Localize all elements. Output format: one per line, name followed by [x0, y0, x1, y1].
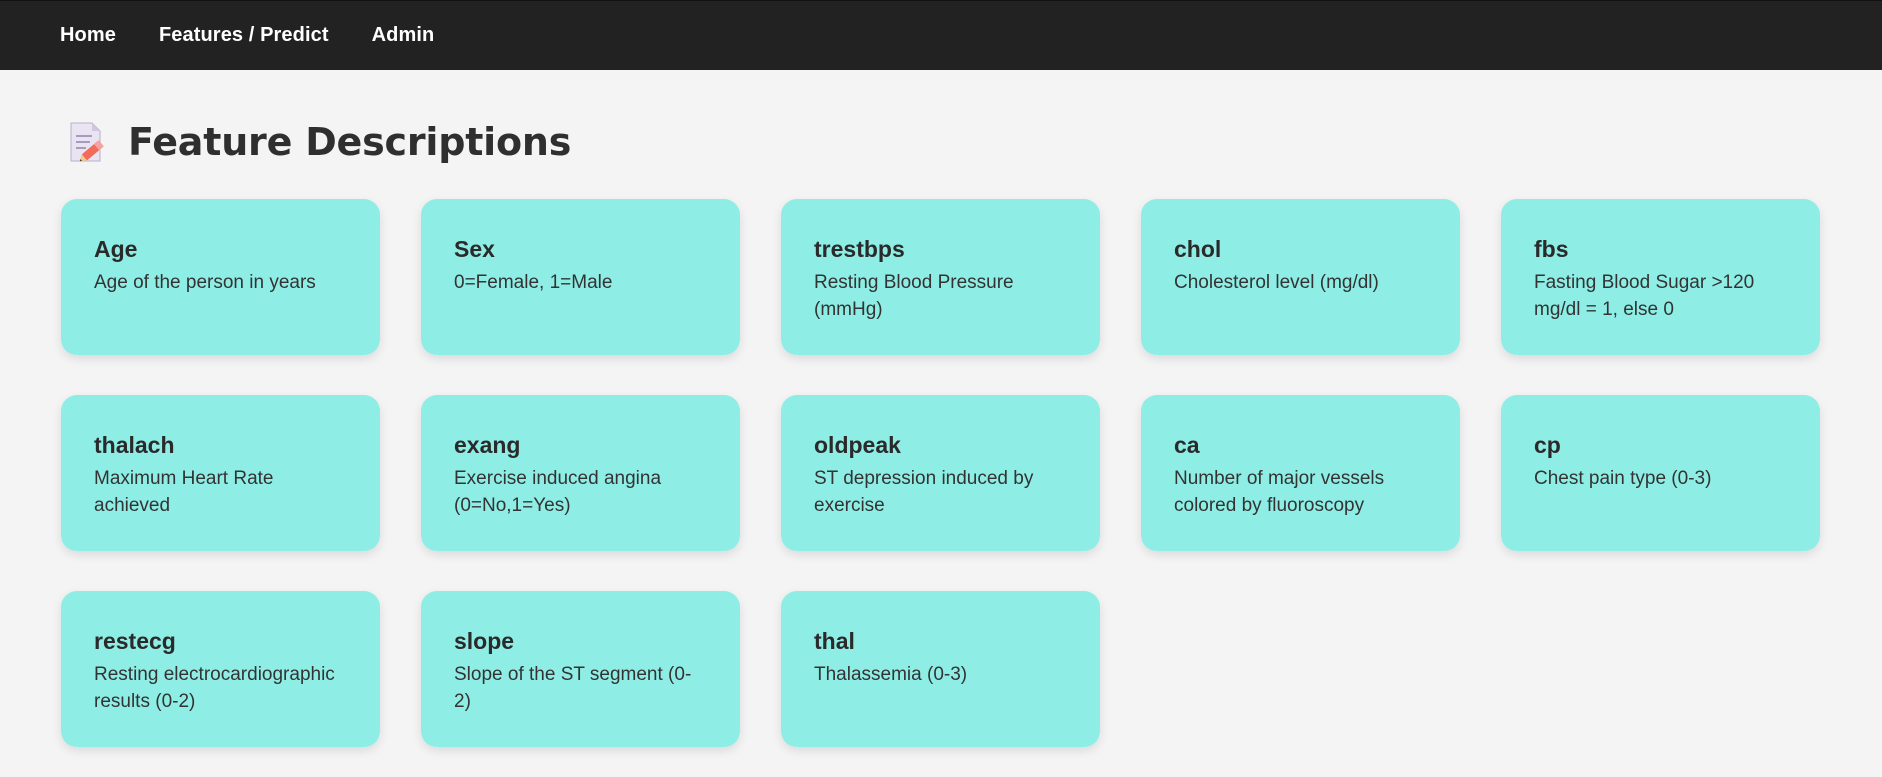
feature-card-title: trestbps — [814, 236, 905, 262]
feature-card-title: cp — [1534, 432, 1561, 458]
feature-card: exang Exercise induced angina (0=No,1=Ye… — [421, 395, 740, 551]
feature-card-title: thal — [814, 628, 855, 654]
nav-home-link[interactable]: Home — [60, 24, 116, 47]
feature-card-description: Exercise induced angina (0=No,1=Yes) — [454, 468, 662, 516]
feature-card: Sex 0=Female, 1=Male — [421, 199, 740, 355]
feature-card-title: exang — [454, 432, 521, 458]
feature-card: restecg Resting electrocardiographic res… — [61, 591, 380, 747]
nav-features-predict-link[interactable]: Features / Predict — [159, 24, 329, 47]
feature-card-description: Chest pain type (0-3) — [1534, 468, 1712, 489]
feature-card: Age Age of the person in years — [61, 199, 380, 355]
feature-card: cp Chest pain type (0-3) — [1501, 395, 1820, 551]
feature-card-description: Age of the person in years — [94, 272, 316, 293]
feature-card-title: chol — [1174, 236, 1222, 262]
feature-card-description: Maximum Heart Rate achieved — [94, 468, 274, 516]
feature-card-description: ST depression induced by exercise — [814, 468, 1034, 516]
top-navbar: Home Features / Predict Admin — [0, 0, 1882, 70]
page-title: Feature Descriptions — [128, 120, 572, 164]
feature-card-description: Number of major vessels colored by fluor… — [1174, 468, 1385, 516]
feature-card: slope Slope of the ST segment (0-2) — [421, 591, 740, 747]
feature-card-title: Age — [94, 236, 138, 262]
feature-card: thal Thalassemia (0-3) — [781, 591, 1100, 747]
feature-card-description: Fasting Blood Sugar >120 mg/dl = 1, else… — [1534, 272, 1755, 320]
feature-card-title: ca — [1174, 432, 1200, 458]
feature-cards-grid: Age Age of the person in years Sex 0=Fem… — [61, 199, 1821, 747]
feature-card: chol Cholesterol level (mg/dl) — [1141, 199, 1460, 355]
nav-admin-link[interactable]: Admin — [372, 24, 435, 47]
feature-card-description: Resting Blood Pressure (mmHg) — [814, 272, 1014, 320]
page-heading: Feature Descriptions — [68, 112, 571, 172]
feature-card-description: Thalassemia (0-3) — [814, 664, 968, 685]
feature-card-title: thalach — [94, 432, 175, 458]
feature-card-title: Sex — [454, 236, 495, 262]
feature-card: ca Number of major vessels colored by fl… — [1141, 395, 1460, 551]
feature-card-title: fbs — [1534, 236, 1569, 262]
feature-card: fbs Fasting Blood Sugar >120 mg/dl = 1, … — [1501, 199, 1820, 355]
feature-card-description: Cholesterol level (mg/dl) — [1174, 272, 1379, 293]
memo-icon — [68, 121, 106, 163]
feature-card-description: Resting electrocardiographic results (0-… — [94, 664, 335, 712]
feature-card-title: restecg — [94, 628, 176, 654]
feature-card: thalach Maximum Heart Rate achieved — [61, 395, 380, 551]
feature-card-description: 0=Female, 1=Male — [454, 272, 613, 293]
feature-card-title: slope — [454, 628, 515, 654]
feature-card: trestbps Resting Blood Pressure (mmHg) — [781, 199, 1100, 355]
feature-card: oldpeak ST depression induced by exercis… — [781, 395, 1100, 551]
feature-card-description: Slope of the ST segment (0-2) — [454, 664, 692, 712]
feature-card-title: oldpeak — [814, 432, 901, 458]
